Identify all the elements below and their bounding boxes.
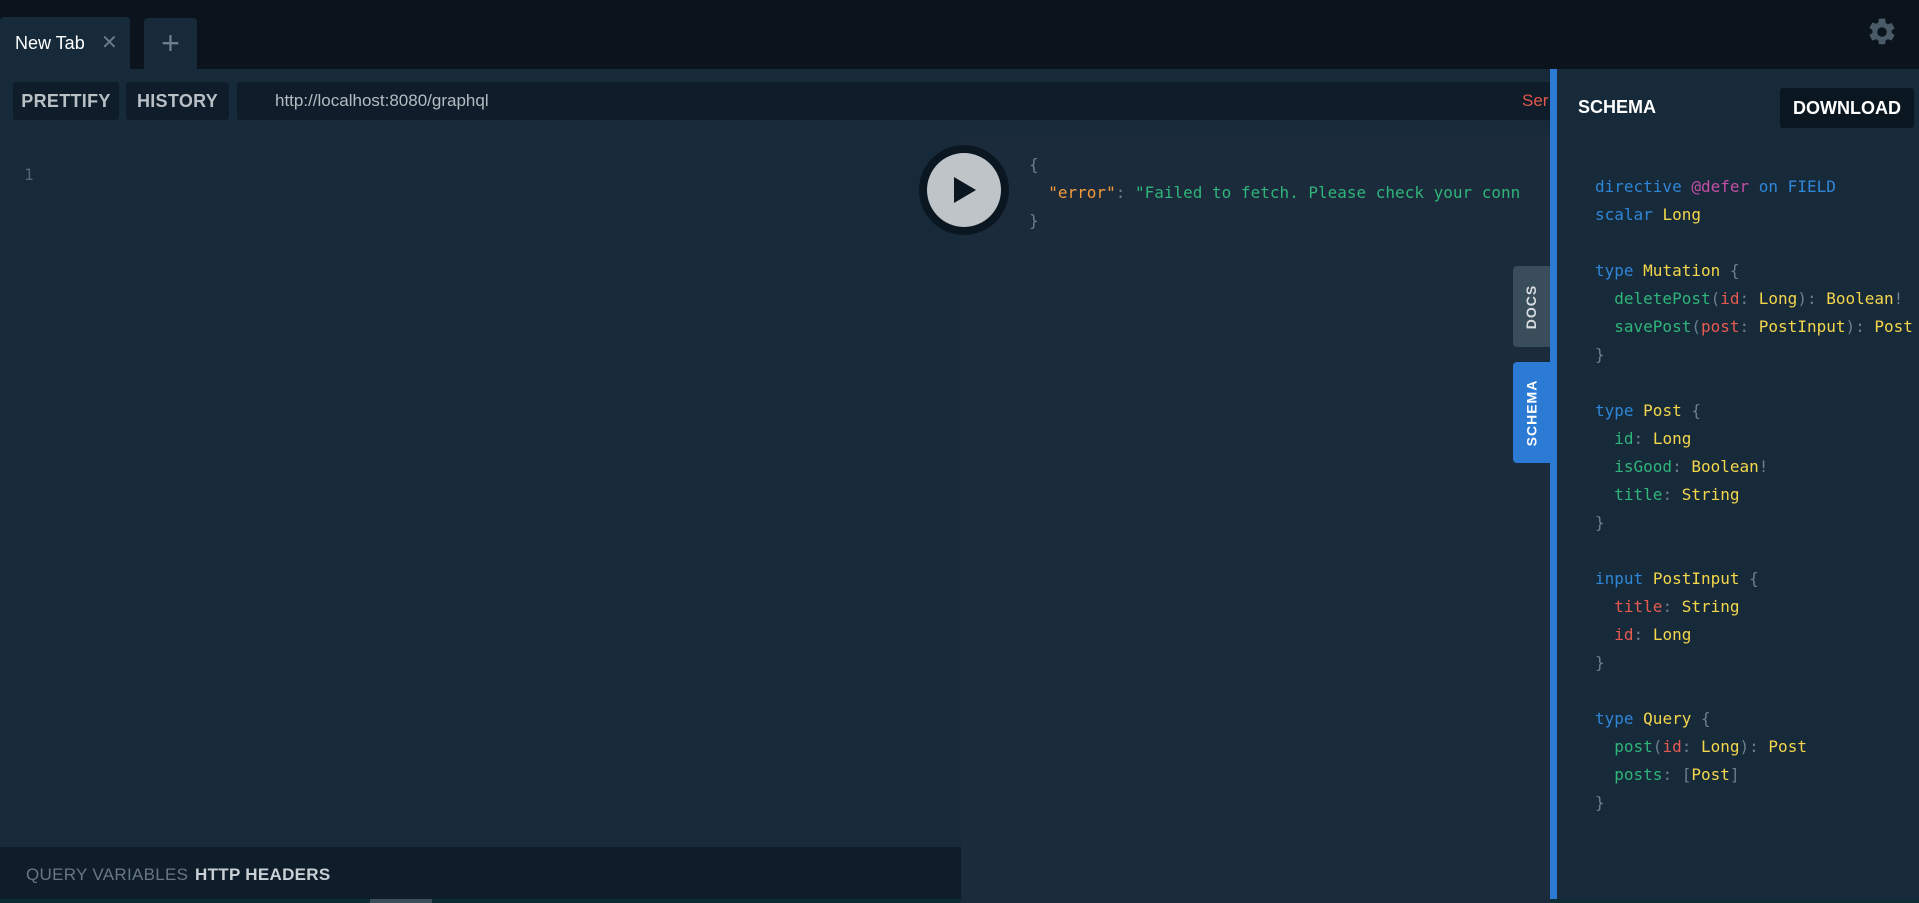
docs-tab[interactable]: DOCS xyxy=(1513,266,1550,347)
schema-tab[interactable]: SCHEMA xyxy=(1513,362,1550,463)
query-editor[interactable]: 1 xyxy=(0,135,961,847)
close-icon[interactable]: ✕ xyxy=(101,30,118,55)
play-icon xyxy=(927,153,1001,227)
query-variables-tab[interactable]: QUERY VARIABLES xyxy=(26,865,188,885)
endpoint-status-text: Ser xyxy=(1522,91,1549,110)
http-headers-tab[interactable]: HTTP HEADERS xyxy=(195,865,331,885)
variables-panel-header: QUERY VARIABLES HTTP HEADERS xyxy=(0,847,961,903)
tab-bar: New Tab ✕ + xyxy=(0,0,1919,69)
endpoint-url-input[interactable]: http://localhost:8080/graphql xyxy=(237,82,1550,120)
download-button[interactable]: DOWNLOAD xyxy=(1780,88,1914,128)
schema-panel-title: SCHEMA xyxy=(1578,97,1657,117)
schema-sdl: directive @defer on FIELD scalar Long ty… xyxy=(1595,177,1913,812)
result-error-value: "Failed to fetch. Please check your conn xyxy=(1134,183,1521,202)
result-viewer: { "error": "Failed to fetch. Please chec… xyxy=(961,135,1550,903)
endpoint-url-text: http://localhost:8080/graphql xyxy=(275,91,489,110)
bottom-strip xyxy=(0,899,1919,903)
docs-tab-label: DOCS xyxy=(1523,284,1540,329)
prettify-button[interactable]: PRETTIFY xyxy=(13,82,119,120)
gear-icon[interactable] xyxy=(1866,16,1898,48)
history-button[interactable]: HISTORY xyxy=(126,82,229,120)
schema-panel: SCHEMA DOWNLOAD directive @defer on FIEL… xyxy=(1550,69,1919,899)
result-open-brace: { xyxy=(1029,155,1039,174)
execute-query-button[interactable] xyxy=(919,145,1009,235)
tab-title: New Tab xyxy=(15,32,85,53)
schema-tab-label: SCHEMA xyxy=(1523,379,1540,446)
toolbar: PRETTIFY HISTORY http://localhost:8080/g… xyxy=(0,69,1550,135)
result-close-brace: } xyxy=(1029,211,1039,230)
result-error-key: "error" xyxy=(1048,183,1116,202)
line-number: 1 xyxy=(24,165,34,184)
horizontal-scrollbar[interactable] xyxy=(370,899,432,903)
tab-new-tab[interactable]: New Tab ✕ xyxy=(0,17,130,69)
add-tab-button[interactable]: + xyxy=(144,18,197,69)
